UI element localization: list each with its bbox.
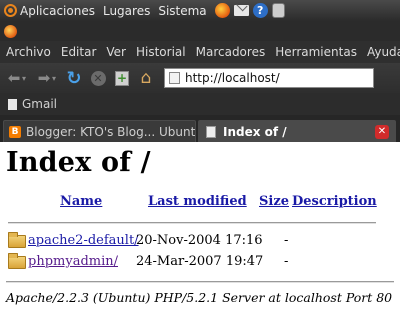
tab-strip: B Blogger: KTO's Blog... Ubunt... Index … (0, 115, 400, 142)
page-icon (206, 125, 216, 138)
menu-editar[interactable]: Editar (56, 45, 102, 59)
entry-link-apache2-default[interactable]: apache2-default/ (28, 233, 139, 248)
entry-last-modified: 24-Mar-2007 19:47 (136, 254, 264, 269)
bookmark-gmail[interactable]: Gmail (22, 97, 57, 111)
column-header-last-modified[interactable]: Last modified (148, 194, 247, 209)
bookmarks-toolbar: Gmail (0, 93, 400, 115)
navigation-toolbar: ⬅ ▾ ➡ ▾ ↻ ✕ + ⌂ http://localhost/ (0, 63, 400, 93)
entry-last-modified: 20-Nov-2004 17:16 (136, 233, 263, 248)
entry-link-phpmyadmin[interactable]: phpmyadmin/ (28, 254, 118, 269)
entry-size: - (284, 254, 289, 269)
forward-arrow-icon[interactable]: ➡ (34, 68, 54, 88)
menu-herramientas[interactable]: Herramientas (270, 45, 362, 59)
blogger-icon: B (9, 125, 21, 138)
menu-ayuda[interactable]: Ayuda (362, 45, 400, 59)
folder-icon (8, 253, 26, 269)
stop-icon: ✕ (90, 70, 106, 86)
stop-button[interactable]: ✕ (88, 68, 108, 88)
menu-archivo[interactable]: Archivo (0, 45, 56, 59)
terminal-launcher-icon[interactable] (271, 3, 285, 18)
page-title: Index of / (6, 147, 151, 178)
menu-historial[interactable]: Historial (131, 45, 191, 59)
entry-size: - (284, 233, 289, 248)
url-bar[interactable]: http://localhost/ (164, 68, 374, 88)
help-launcher-icon[interactable]: ? (252, 3, 268, 18)
close-tab-icon[interactable]: ✕ (375, 124, 389, 139)
new-tab-icon: + (115, 70, 129, 86)
menu-ver[interactable]: Ver (101, 45, 131, 59)
header-divider (8, 222, 376, 224)
tab-label: Index of / (223, 124, 287, 139)
table-row: phpmyadmin/ 24-Mar-2007 19:47 - (0, 253, 400, 271)
tab-blogger[interactable]: B Blogger: KTO's Blog... Ubunt... (3, 120, 196, 142)
tab-index-of[interactable]: Index of / ✕ (198, 120, 396, 142)
firefox-window-icon[interactable] (4, 24, 17, 38)
back-arrow-icon[interactable]: ⬅ (4, 68, 24, 88)
new-tab-button[interactable]: + (112, 68, 132, 88)
url-text[interactable]: http://localhost/ (185, 71, 280, 85)
column-header-description[interactable]: Description (292, 194, 377, 209)
panel-menu-system[interactable]: Sistema (158, 4, 206, 18)
column-header-name[interactable]: Name (60, 194, 102, 209)
panel-menu-places[interactable]: Lugares (103, 4, 150, 18)
column-header-size[interactable]: Size (259, 194, 289, 209)
reload-icon[interactable]: ↻ (64, 68, 84, 89)
browser-menu-bar: Archivo Editar Ver Historial Marcadores … (0, 41, 400, 63)
footer-divider (6, 281, 394, 283)
bookmark-page-icon (8, 98, 17, 110)
table-row: apache2-default/ 20-Nov-2004 17:16 - (0, 232, 400, 250)
page-content: Index of / Name Last modified Size Descr… (0, 142, 400, 318)
server-signature: Apache/2.2.3 (Ubuntu) PHP/5.2.1 Server a… (6, 290, 393, 305)
window-title-bar (0, 21, 400, 41)
firefox-launcher-icon[interactable] (214, 3, 230, 18)
ubuntu-logo-icon[interactable] (4, 4, 17, 17)
home-icon[interactable]: ⌂ (136, 68, 156, 88)
panel-menu-applications[interactable]: Aplicaciones (20, 4, 95, 18)
folder-icon (8, 232, 26, 248)
tab-label: Blogger: KTO's Blog... Ubunt... (26, 124, 195, 139)
mail-launcher-icon[interactable] (233, 5, 249, 16)
site-identity-icon[interactable] (169, 72, 180, 84)
gnome-top-panel: Aplicaciones Lugares Sistema ? (0, 0, 400, 21)
menu-marcadores[interactable]: Marcadores (191, 45, 271, 59)
